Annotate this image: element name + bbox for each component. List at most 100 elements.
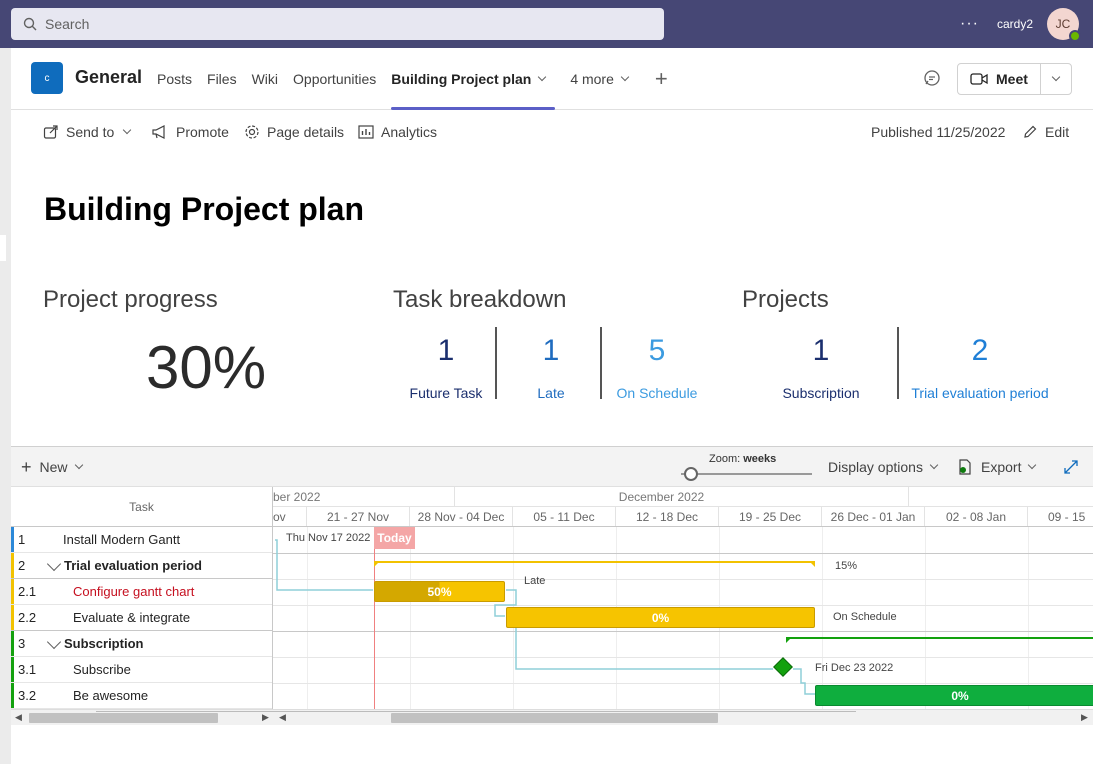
page-details-button[interactable]: Page details	[244, 124, 344, 140]
table-row[interactable]: 3.2 Be awesome	[11, 683, 272, 709]
status-label: Late	[524, 575, 546, 587]
task-bar-be-awesome[interactable]: 0%	[815, 685, 1093, 706]
summary-bar-end-cap	[809, 561, 815, 567]
search-placeholder: Search	[45, 16, 90, 32]
meet-dropdown[interactable]	[1041, 72, 1071, 82]
task-bar-configure[interactable]: 50%	[374, 581, 505, 602]
table-row[interactable]: 3.1 Subscribe	[11, 657, 272, 683]
row-number: 3	[18, 636, 26, 651]
new-button[interactable]: + New	[21, 458, 83, 476]
team-avatar[interactable]: c	[31, 62, 63, 94]
milestone-date-label: Fri Dec 23 2022	[815, 662, 894, 674]
projects-heading: Projects	[742, 286, 829, 313]
add-tab-icon[interactable]: +	[655, 66, 668, 92]
scroll-left-icon[interactable]: ◀	[15, 712, 22, 723]
table-row[interactable]: 3 Subscription	[11, 631, 272, 657]
zoom-slider-track[interactable]	[681, 473, 812, 475]
display-options-label: Display options	[828, 459, 923, 475]
conversation-icon[interactable]	[922, 68, 942, 88]
tab-opportunities[interactable]: Opportunities	[293, 48, 376, 110]
tab-label: 4 more	[570, 71, 614, 87]
send-to-label: Send to	[66, 124, 115, 140]
table-row[interactable]: 2 Trial evaluation period	[11, 553, 272, 579]
status-label: On Schedule	[833, 611, 897, 623]
team-initial: c	[44, 72, 50, 84]
row-number: 2.1	[18, 584, 37, 599]
channel-title: General	[75, 67, 143, 87]
tab-files[interactable]: Files	[207, 48, 237, 110]
collapse-chevron-icon[interactable]	[46, 634, 62, 650]
table-row[interactable]: 2.1 Configure gantt chart	[11, 579, 272, 605]
gear-icon	[245, 125, 259, 139]
bar-percent: 0%	[651, 610, 670, 625]
summary-bar-start-cap	[786, 637, 792, 643]
timeline-scrollbar-thumb[interactable]	[391, 713, 718, 723]
tab-building-project-plan[interactable]: Building Project plan	[391, 48, 556, 110]
edit-label: Edit	[1045, 124, 1070, 140]
tab-more[interactable]: 4 more	[570, 48, 630, 110]
scroll-right-icon[interactable]: ▶	[262, 712, 269, 723]
page-title: Building Project plan	[44, 191, 365, 227]
edit-button[interactable]: Edit	[1022, 124, 1069, 140]
table-row[interactable]: 1 Install Modern Gantt	[11, 527, 272, 553]
task-column-header[interactable]: Task	[11, 487, 272, 527]
grid-scrollbar-thumb[interactable]	[29, 713, 218, 723]
channel-header: c General Posts Files Wiki Opportunities…	[11, 48, 1093, 110]
display-options-button[interactable]: Display options	[828, 459, 939, 475]
tab-wiki[interactable]: Wiki	[252, 48, 278, 110]
search-box[interactable]: Search	[11, 8, 664, 40]
row-color-bar	[11, 553, 14, 578]
future-task-stat[interactable]: 1 Future Task	[396, 333, 496, 401]
subscription-stat[interactable]: 1 Subscription	[771, 333, 871, 401]
gantt-chart: + New Zoom: weeks Display options Export…	[11, 446, 1093, 738]
tab-label: Opportunities	[293, 71, 377, 87]
more-options-icon[interactable]: ···	[960, 15, 979, 33]
send-to-button[interactable]: Send to	[43, 124, 132, 140]
summary-bar-subscription[interactable]	[786, 637, 1093, 639]
summary-bar-start-cap	[374, 561, 380, 567]
export-label: Export	[981, 459, 1022, 475]
expand-icon[interactable]	[1063, 459, 1079, 475]
avatar[interactable]: JC	[1047, 8, 1081, 42]
collapse-chevron-icon[interactable]	[46, 556, 62, 572]
task-name: Install Modern Gantt	[63, 532, 181, 547]
project-progress-value: 30%	[146, 334, 267, 401]
table-row[interactable]: 2.2 Evaluate & integrate	[11, 605, 272, 631]
scroll-right-icon[interactable]: ▶	[1081, 712, 1088, 723]
zoom-slider-thumb[interactable]	[684, 467, 698, 481]
meet-button[interactable]: Meet	[957, 63, 1072, 95]
stat-value: 2	[971, 334, 989, 367]
tab-label: Building Project plan	[391, 71, 532, 87]
page-command-bar: Send to Promote Page details Analytics P…	[11, 110, 1093, 154]
rail-handle[interactable]	[0, 235, 6, 261]
bar-percent: 0%	[951, 688, 969, 703]
row-number: 2	[18, 558, 26, 573]
project-progress-heading: Project progress	[43, 286, 218, 313]
analytics-button[interactable]: Analytics	[358, 124, 437, 140]
late-stat[interactable]: 1 Late	[511, 333, 591, 401]
published-text: Published 11/25/2022	[871, 124, 1006, 140]
task-bar-evaluate[interactable]: 0%	[506, 607, 815, 628]
tab-posts[interactable]: Posts	[157, 48, 192, 110]
task-date-label: Thu Nov 17 2022	[286, 532, 371, 544]
megaphone-icon	[152, 125, 165, 139]
chevron-down-icon	[74, 460, 83, 470]
task-breakdown-heading: Task breakdown	[393, 286, 567, 313]
stat-label: Trial evaluation period	[911, 385, 1049, 401]
on-schedule-stat[interactable]: 5 On Schedule	[607, 333, 707, 401]
tab-label: Wiki	[251, 71, 279, 87]
row-number: 3.2	[18, 688, 37, 703]
bar-percent: 50%	[427, 584, 452, 599]
zoom-value: weeks	[743, 453, 777, 465]
promote-button[interactable]: Promote	[151, 124, 229, 140]
scroll-left-icon[interactable]: ◀	[279, 712, 286, 723]
stat-value: 1	[437, 334, 455, 367]
chevron-down-icon	[1051, 72, 1061, 82]
stat-label: On Schedule	[616, 385, 698, 401]
export-button[interactable]: Export	[958, 459, 1037, 475]
trial-evaluation-stat[interactable]: 2 Trial evaluation period	[907, 333, 1053, 401]
task-name: Be awesome	[73, 688, 149, 703]
summary-bar-trial[interactable]	[374, 561, 815, 563]
row-color-bar	[11, 631, 14, 656]
new-label: New	[39, 459, 68, 475]
